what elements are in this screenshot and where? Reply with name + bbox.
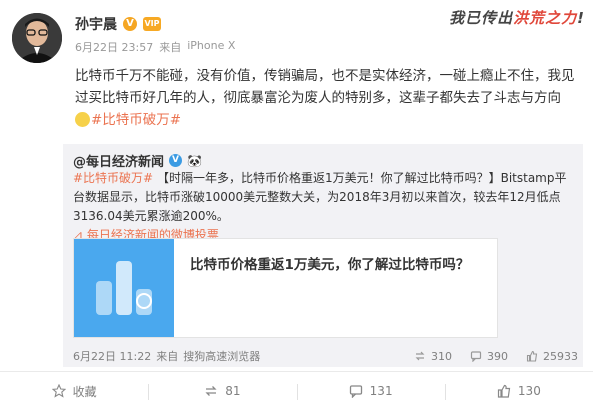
post-time[interactable]: 6月22日 23:57: [75, 39, 153, 55]
like-count: 130: [517, 384, 541, 398]
author-row: 孙宇晨 V VIP: [75, 14, 161, 34]
post-source: iPhone X: [187, 39, 236, 52]
repost-author-row: @每日经济新闻 V 🐼: [73, 151, 202, 171]
post-meta: 6月22日 23:57 来自 iPhone X: [75, 39, 235, 55]
avatar-image: [12, 13, 62, 63]
star-icon: [51, 384, 66, 398]
repost-author[interactable]: @每日经济新闻: [73, 151, 164, 170]
like-button[interactable]: 130: [444, 372, 593, 410]
repost-footer: 6月22日 11:22 来自 搜狗高速浏览器 310 390 25933: [73, 348, 578, 364]
repost-source-prefix: 来自: [156, 350, 179, 363]
repost-like-stat[interactable]: 25933: [526, 350, 578, 363]
vip-icon[interactable]: VIP: [143, 17, 161, 31]
reposted-weibo: @每日经济新闻 V 🐼 #比特币破万# 【时隔一年多，比特币价格重返1万美元！你…: [63, 144, 583, 367]
favorite-button[interactable]: 收藏: [0, 372, 148, 410]
repost-time[interactable]: 6月22日 11:22: [73, 348, 151, 364]
bar-chart-icon: [74, 239, 174, 337]
repost-text: #比特币破万# 【时隔一年多，比特币价格重返1万美元！你了解过比特币吗？】Bit…: [73, 169, 573, 245]
comment-button[interactable]: 131: [296, 372, 445, 410]
action-bar: 收藏 81 131 130: [0, 371, 593, 410]
repost-icon: [415, 351, 425, 361]
repost-forward-stat[interactable]: 310: [414, 350, 452, 363]
verified-icon: V: [123, 17, 137, 31]
poll-card[interactable]: 比特币价格重返1万美元，你了解过比特币吗？: [73, 238, 498, 338]
weibo-post: 我已传出洪荒之力! 孙宇晨 V VIP 6月22日 23:57 来自 iPhon…: [0, 0, 593, 410]
post-body: 比特币千万不能碰，没有价值，传销骗局，也不是实体经济，一碰上瘾止不住，我见过买比…: [75, 68, 575, 106]
avatar[interactable]: [12, 13, 62, 63]
smile-emoji-icon: [75, 112, 90, 127]
poll-card-thumbnail: [74, 239, 174, 337]
repost-comment-stat[interactable]: 390: [470, 350, 508, 363]
comment-count: 131: [369, 384, 393, 398]
like-icon: [497, 384, 511, 398]
repost-button[interactable]: 81: [148, 372, 296, 410]
poll-card-title: 比特币价格重返1万美元，你了解过比特币吗？: [190, 257, 470, 273]
source-prefix: 来自: [159, 41, 182, 54]
repost-hashtag[interactable]: #比特币破万#: [73, 171, 153, 185]
repost-source: 搜狗高速浏览器: [183, 350, 261, 363]
panda-icon: 🐼: [187, 153, 202, 168]
watermark: 我已传出洪荒之力!: [449, 9, 585, 27]
author-name[interactable]: 孙宇晨: [75, 14, 117, 34]
comment-icon: [470, 351, 482, 362]
verified-blue-icon: V: [169, 154, 183, 167]
post-hashtag[interactable]: #比特币破万#: [91, 112, 181, 128]
repost-count: 81: [225, 384, 241, 398]
favorite-label: 收藏: [72, 384, 97, 399]
repost-icon: [205, 386, 217, 396]
post-text: 比特币千万不能碰，没有价值，传销骗局，也不是实体经济，一碰上瘾止不住，我见过买比…: [75, 65, 575, 131]
like-icon: [526, 350, 538, 362]
comment-icon: [349, 385, 362, 398]
